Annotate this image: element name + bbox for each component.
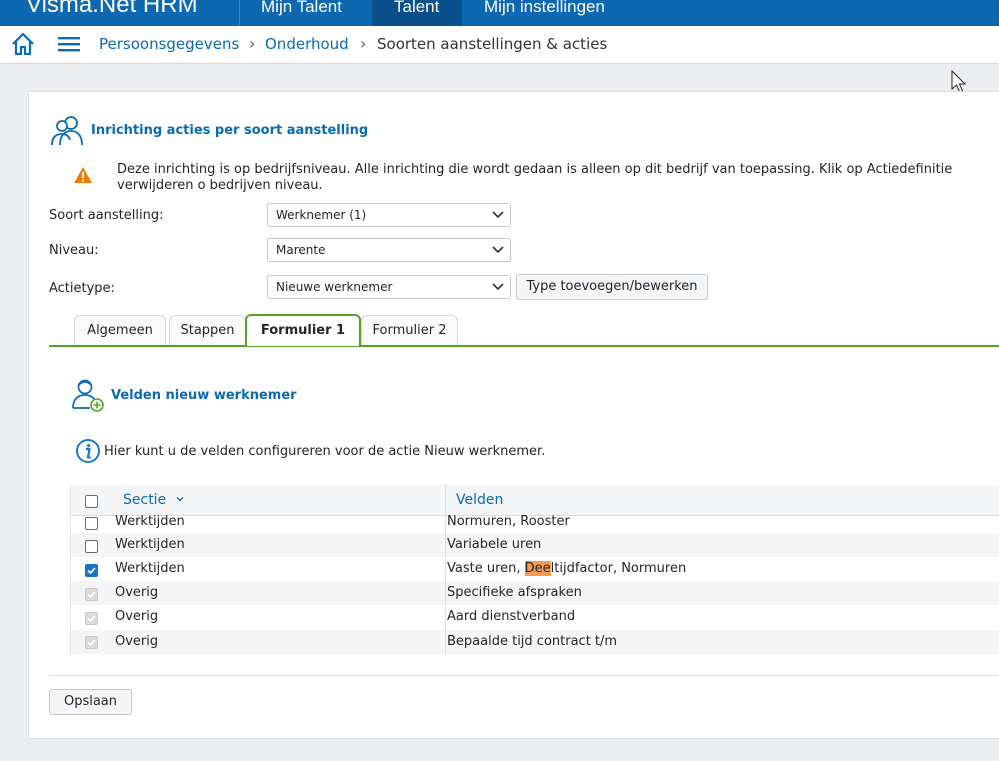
search-highlight: Dee [524,561,551,576]
tab-underline [49,345,999,347]
actietype-label: Actietype: [49,281,115,296]
table-row[interactable]: Werktijden Vaste uren, Deeltijdfactor, N… [71,557,999,581]
row-velden: Bepaalde tijd contract t/m [447,634,618,649]
soort-aanstelling-value: Werknemer (1) [276,208,367,222]
tab-formulier-1[interactable]: Formulier 1 [245,314,361,346]
breadcrumb-persoonsgegevens[interactable]: Persoonsgegevens [99,35,239,53]
row-sectie: Overig [115,609,159,624]
save-button[interactable]: Opslaan [49,689,132,715]
row-sectie: Werktijden [115,514,185,529]
row-sectie: Werktijden [115,537,185,552]
add-user-icon [72,379,104,412]
breadcrumb-separator: › [249,34,256,53]
warning-icon [74,167,92,183]
row-checkbox[interactable] [85,540,98,553]
checkmark-icon [87,639,96,647]
column-header-velden[interactable]: Velden [456,492,503,508]
sort-chevron-icon [176,497,184,502]
info-message: Hier kunt u de velden configureren voor … [104,444,546,459]
nav-mijn-talent[interactable]: Mijn Talent [239,0,372,26]
niveau-value: Marente [276,243,326,257]
tab-stappen[interactable]: Stappen [169,315,246,346]
breadcrumb-onderhoud[interactable]: Onderhoud [265,35,349,53]
row-velden: Aard dienstverband [447,609,576,624]
row-velden: Vaste uren, Deeltijdfactor, Normuren [447,561,687,576]
checkmark-icon [87,615,96,623]
fields-grid: Sectie Velden Werktijden Normuren, Roost… [70,485,999,655]
table-row: Overig Bepaalde tijd contract t/m [71,630,999,654]
chevron-down-icon [492,246,504,254]
info-icon [76,439,100,463]
row-checkbox-disabled [85,636,98,649]
tab-algemeen[interactable]: Algemeen [74,315,166,346]
checkmark-icon [87,591,96,599]
soort-aanstelling-select[interactable]: Werknemer (1) [267,203,511,227]
breadcrumb-current: Soorten aanstellingen & acties [377,35,608,53]
panel-divider [49,675,999,676]
row-velden: Normuren, Rooster [447,514,570,529]
table-row: Overig Specifieke afspraken [71,581,999,605]
row-checkbox-checked[interactable] [85,564,98,577]
breadcrumb-separator: › [360,34,367,53]
home-icon[interactable] [10,31,36,57]
breadcrumb-bar: Persoonsgegevens › Onderhoud › Soorten a… [0,26,999,64]
grid-header: Sectie Velden [71,485,999,516]
chevron-down-icon [492,283,504,291]
type-toevoegen-button[interactable]: Type toevoegen/bewerken [516,274,708,300]
subsection-title: Velden nieuw werknemer [111,388,297,403]
top-bar: Visma.Net HRM Mijn Talent Talent Mijn in… [0,0,999,26]
soort-aanstelling-label: Soort aanstelling: [49,208,164,223]
column-header-sectie[interactable]: Sectie [123,492,185,508]
niveau-select[interactable]: Marente [267,238,511,262]
users-icon [51,116,83,146]
actietype-select[interactable]: Nieuwe werknemer [267,275,511,299]
row-sectie: Werktijden [115,561,185,576]
menu-icon[interactable] [58,35,80,53]
table-row[interactable]: Werktijden Normuren, Rooster [71,514,999,533]
section-title: Inrichting acties per soort aanstelling [91,123,369,138]
row-velden: Specifieke afspraken [447,585,582,600]
app-brand[interactable]: Visma.Net HRM [26,0,198,19]
tab-formulier-2[interactable]: Formulier 2 [361,315,458,346]
select-all-checkbox[interactable] [85,495,98,508]
table-row[interactable]: Werktijden Variabele uren [71,533,999,557]
nav-talent[interactable]: Talent [372,0,462,26]
row-checkbox-disabled [85,612,98,625]
actietype-value: Nieuwe werknemer [276,280,393,294]
table-row: Overig Aard dienstverband [71,605,999,629]
chevron-down-icon [492,211,504,219]
column-divider [445,485,446,655]
warning-message: Deze inrichting is op bedrijfsniveau. Al… [117,162,953,193]
row-velden: Variabele uren [447,537,542,552]
niveau-label: Niveau: [49,243,99,258]
row-sectie: Overig [115,585,159,600]
nav-mijn-instellingen[interactable]: Mijn instellingen [462,0,662,26]
checkmark-icon [87,567,96,575]
row-sectie: Overig [115,634,159,649]
row-checkbox-disabled [85,588,98,601]
row-checkbox[interactable] [85,517,98,530]
